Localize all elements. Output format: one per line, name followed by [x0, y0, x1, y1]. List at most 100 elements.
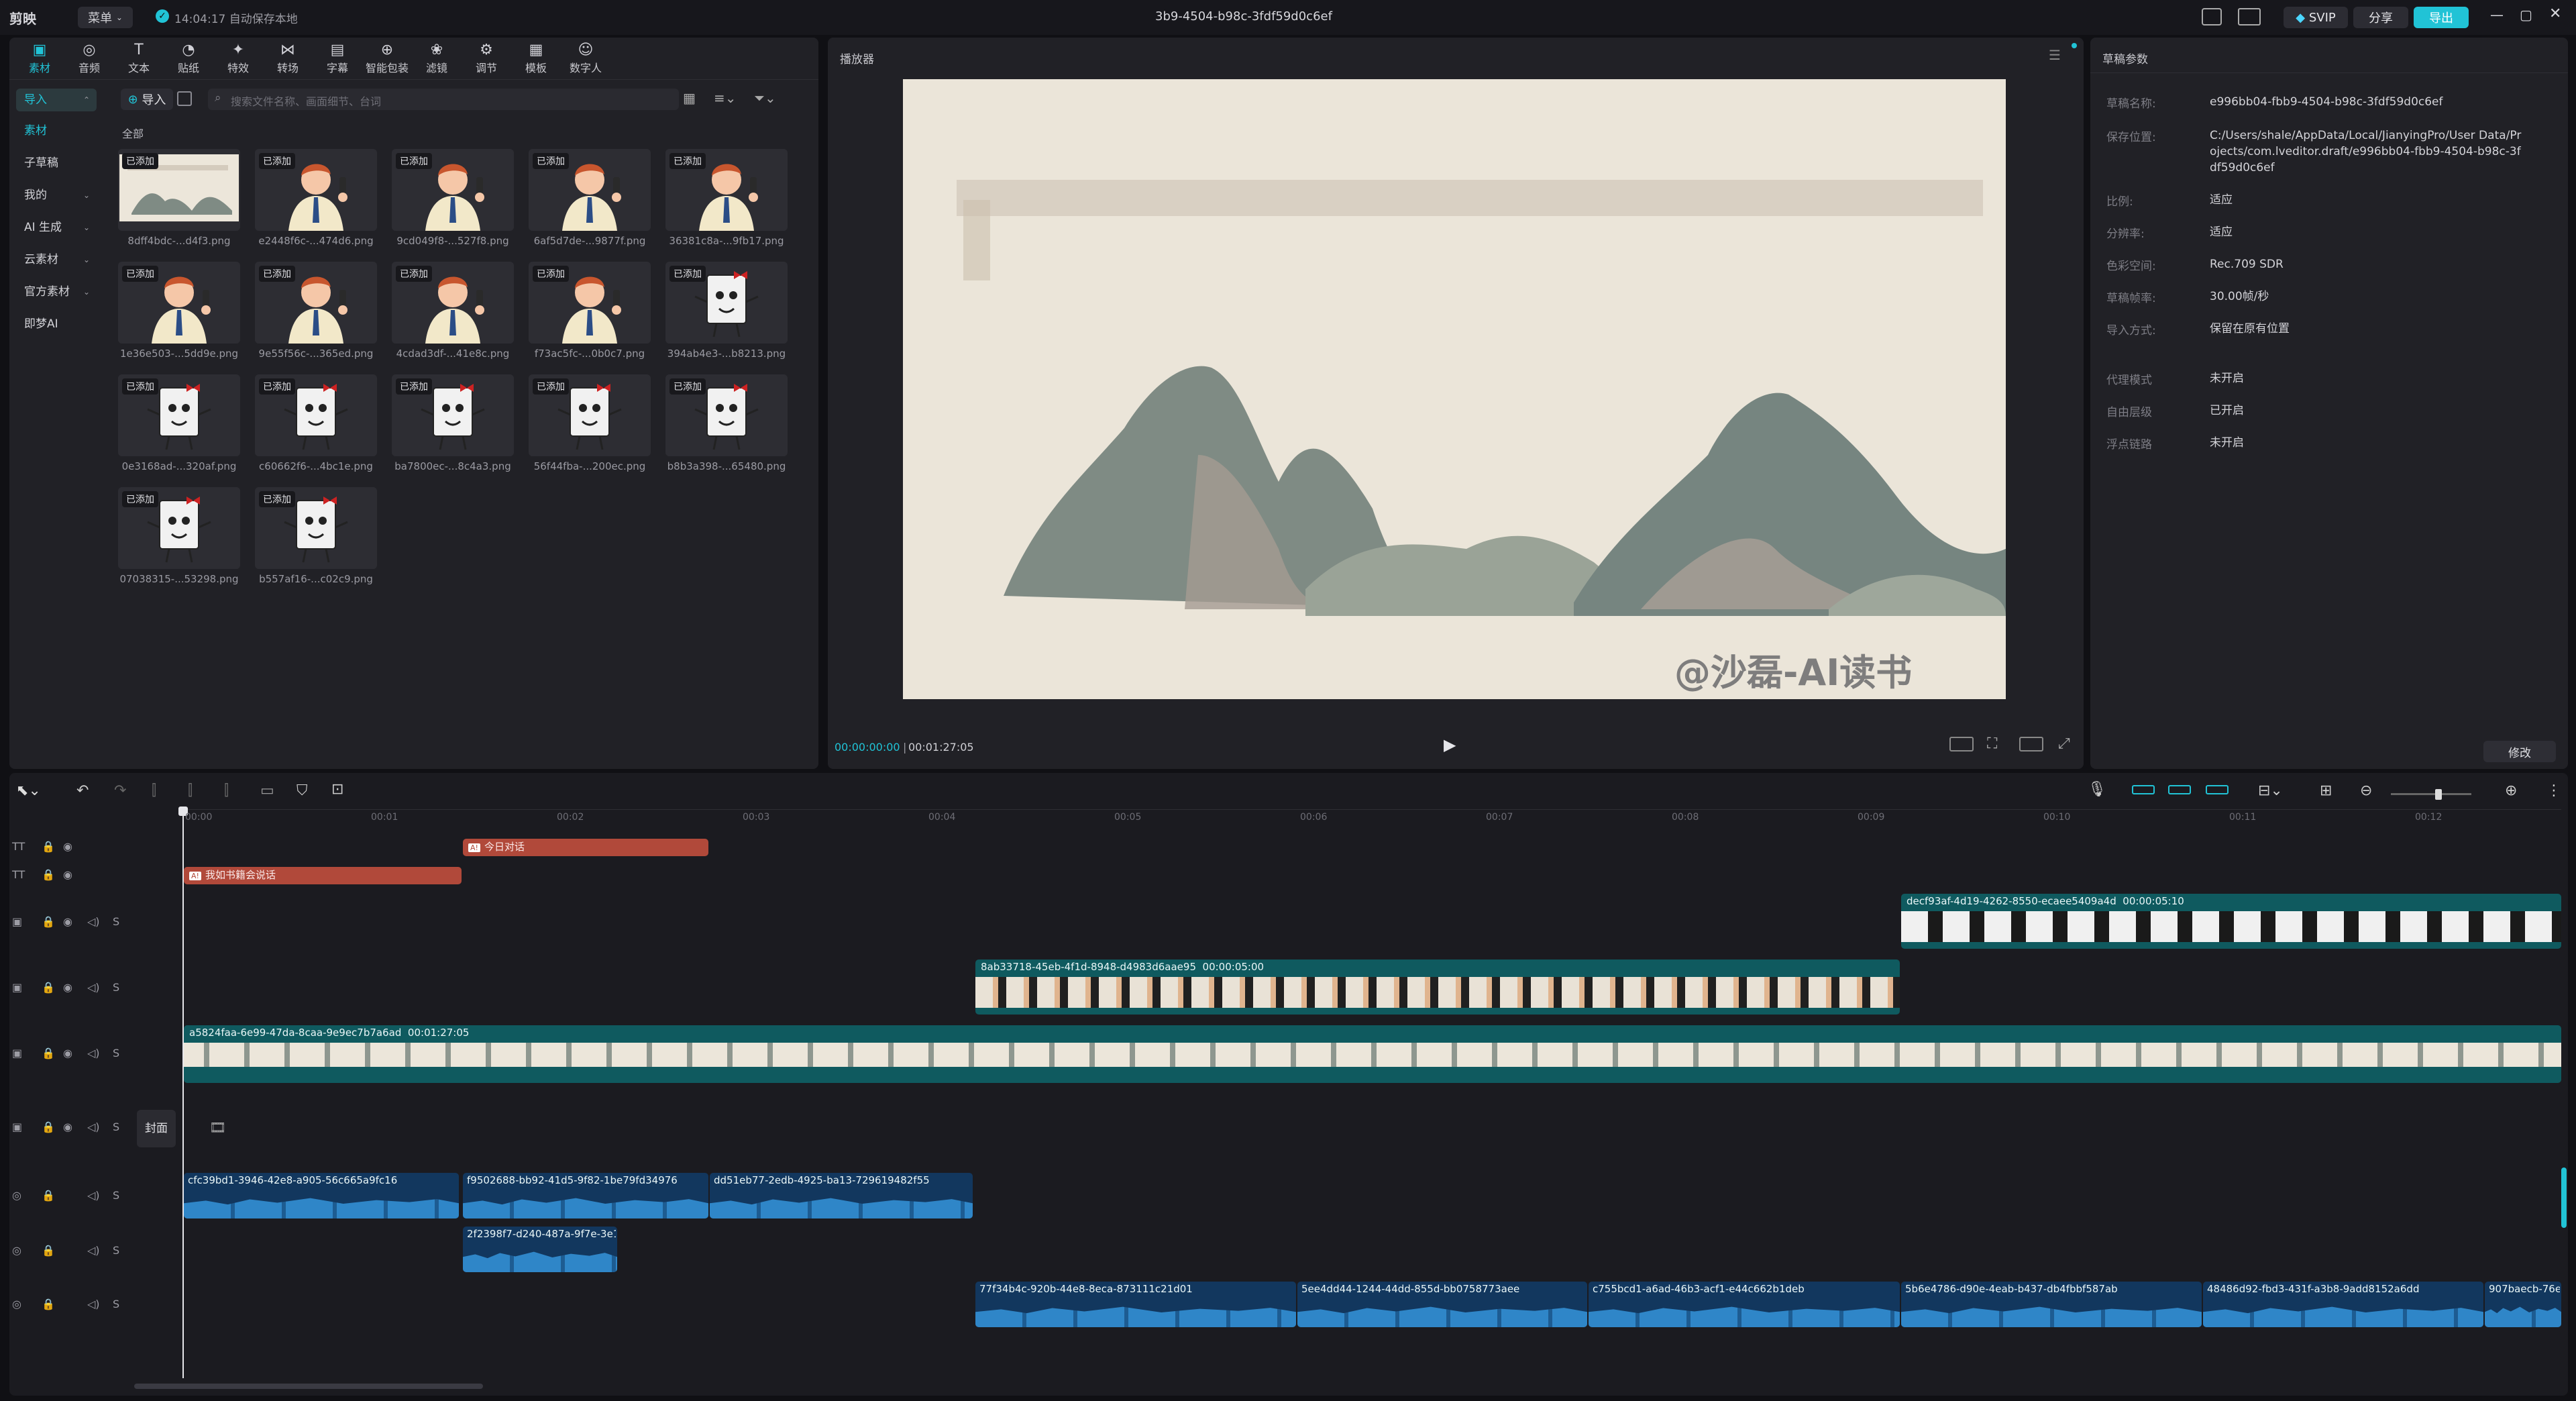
track-type-icon[interactable]: ◎: [12, 1298, 21, 1310]
solo-icon[interactable]: S: [113, 981, 119, 994]
lock-icon[interactable]: 🔒: [42, 981, 55, 994]
aspect-button[interactable]: [2019, 737, 2043, 751]
track-type-icon[interactable]: ◎: [12, 1244, 21, 1257]
link-main-icon[interactable]: [2132, 785, 2155, 794]
text-clip[interactable]: A! 今日对话: [463, 839, 708, 856]
track-type-icon[interactable]: TT: [12, 840, 25, 853]
layout-icon[interactable]: [2202, 8, 2222, 25]
media-thumbnail[interactable]: 已添加: [392, 149, 514, 231]
audio-clip[interactable]: 77f34b4c-920b-44e8-8eca-873111c21d01: [975, 1282, 1296, 1327]
video-clip[interactable]: 8ab33718-45eb-4f1d-8948-d4983d6aae95 00:…: [975, 959, 1900, 1015]
eye-icon[interactable]: ◉: [63, 868, 72, 881]
tab-text[interactable]: T 文本: [117, 42, 161, 78]
eye-icon[interactable]: ◉: [63, 981, 72, 994]
track-type-icon[interactable]: ◎: [12, 1189, 21, 1202]
cover-button[interactable]: 封面: [137, 1110, 176, 1147]
media-thumbnail[interactable]: 已添加: [255, 487, 377, 569]
lock-icon[interactable]: 🔒: [42, 868, 55, 881]
vertical-scrollbar[interactable]: [2561, 1168, 2567, 1228]
undo-icon[interactable]: ↶: [76, 782, 89, 799]
media-thumbnail[interactable]: 已添加: [255, 262, 377, 344]
tab-filter[interactable]: ❀ 滤镜: [415, 42, 459, 78]
split-left-icon[interactable]: ⫿: [188, 782, 193, 799]
audio-clip[interactable]: f9502688-bb92-41d5-9f82-1be79fd34976: [463, 1173, 708, 1218]
track-type-icon[interactable]: ▣: [12, 1121, 22, 1133]
media-thumbnail[interactable]: 已添加: [255, 374, 377, 456]
tab-smart-pack[interactable]: ⊕ 智能包装: [365, 42, 409, 78]
link-auto-icon[interactable]: [2168, 785, 2191, 794]
tab-digital-human[interactable]: ☺ 数字人: [564, 42, 608, 78]
solo-icon[interactable]: S: [113, 1121, 119, 1133]
nav-item[interactable]: 我的 ⌄: [16, 184, 97, 207]
audio-clip[interactable]: cfc39bd1-3946-42e8-a905-56c665a9fc16: [184, 1173, 459, 1218]
zoom-slider-handle[interactable]: [2435, 789, 2442, 800]
volume-icon[interactable]: ◁): [87, 1298, 100, 1310]
export-button[interactable]: 导出: [2414, 7, 2469, 28]
shield-icon[interactable]: ⛉: [297, 782, 308, 799]
play-icon[interactable]: ▶: [1444, 735, 1456, 754]
solo-icon[interactable]: S: [113, 1298, 119, 1310]
lock-icon[interactable]: 🔒: [42, 840, 55, 853]
redo-icon[interactable]: ↷: [114, 782, 126, 799]
menu-button[interactable]: 菜单 ⌄: [78, 7, 133, 28]
split-right-icon[interactable]: ⫿: [224, 782, 229, 799]
solo-icon[interactable]: S: [113, 1189, 119, 1202]
lock-icon[interactable]: 🔒: [42, 1298, 55, 1310]
volume-icon[interactable]: ◁): [87, 1047, 100, 1059]
media-thumbnail[interactable]: 已添加: [255, 149, 377, 231]
preview-axis-icon[interactable]: ⊞: [2320, 782, 2332, 799]
modify-button[interactable]: 修改: [2483, 741, 2556, 762]
eye-icon[interactable]: ◉: [63, 840, 72, 853]
media-thumbnail[interactable]: 已添加: [118, 487, 240, 569]
nav-item[interactable]: AI 生成 ⌄: [16, 216, 97, 239]
search-input[interactable]: ⌕ 搜索文件名称、画面细节、台词: [208, 89, 679, 110]
maximize-icon[interactable]: ▢: [2520, 7, 2532, 23]
solo-icon[interactable]: S: [113, 1047, 119, 1059]
tab-sticker[interactable]: ◔ 贴纸: [166, 42, 211, 78]
media-thumbnail[interactable]: 已添加: [665, 149, 788, 231]
audio-clip[interactable]: 48486d92-fbd3-431f-a3b8-9add8152a6dd: [2203, 1282, 2483, 1327]
text-clip[interactable]: A! 我如书籍会说话: [184, 867, 462, 884]
filter-icon[interactable]: ⏷⌄: [754, 90, 776, 106]
audio-clip[interactable]: dd51eb77-2edb-4925-ba13-729619482f55: [710, 1173, 973, 1218]
track-type-icon[interactable]: TT: [12, 868, 25, 881]
sort-icon[interactable]: ≡⌄: [714, 90, 737, 106]
lock-icon[interactable]: 🔒: [42, 1047, 55, 1059]
tab-caption[interactable]: ▤ 字幕: [315, 42, 360, 78]
volume-icon[interactable]: ◁): [87, 1244, 100, 1257]
tab-adjust[interactable]: ⚙ 调节: [464, 42, 508, 78]
more-icon[interactable]: ⋮: [2546, 782, 2561, 799]
solo-icon[interactable]: S: [113, 1244, 119, 1257]
snap-icon[interactable]: ⊟⌄: [2258, 782, 2283, 799]
audio-clip[interactable]: 5ee4dd44-1244-44dd-855d-bb0758773aee: [1297, 1282, 1587, 1327]
playhead[interactable]: [182, 808, 184, 1378]
zoom-in-icon[interactable]: ⊕: [2505, 782, 2517, 799]
view-toggle-icon[interactable]: ▦: [683, 90, 696, 106]
video-preview[interactable]: @沙磊-AI读书: [903, 79, 2006, 699]
volume-icon[interactable]: ◁): [87, 1121, 100, 1133]
media-thumbnail[interactable]: 已添加: [529, 149, 651, 231]
delete-icon[interactable]: ▭: [260, 782, 274, 799]
split-icon[interactable]: ⫿: [152, 782, 156, 799]
lock-icon[interactable]: 🔒: [42, 915, 55, 928]
ratio-button[interactable]: [1949, 737, 1974, 751]
import-button[interactable]: ⊕ 导入: [121, 89, 173, 110]
track-type-icon[interactable]: ▣: [12, 981, 22, 994]
lock-icon[interactable]: 🔒: [42, 1244, 55, 1257]
audio-clip[interactable]: c755bcd1-a6ad-46b3-acf1-e44c662b1deb: [1589, 1282, 1900, 1327]
volume-icon[interactable]: ◁): [87, 915, 100, 928]
zoom-slider[interactable]: [2391, 793, 2471, 795]
lock-icon[interactable]: 🔒: [42, 1121, 55, 1133]
zoom-out-icon[interactable]: ⊖: [2360, 782, 2372, 799]
microphone-icon[interactable]: 🎙: [2088, 781, 2106, 798]
eye-icon[interactable]: ◉: [63, 1047, 72, 1059]
menu-lines-icon[interactable]: ☰: [2049, 47, 2061, 63]
screenshot-icon[interactable]: ⛶: [1987, 735, 1997, 752]
audio-clip[interactable]: 907baecb-76e: [2485, 1282, 2561, 1327]
link-preview-icon[interactable]: [2206, 785, 2229, 794]
nav-item[interactable]: 素材: [16, 119, 97, 142]
media-thumbnail[interactable]: 已添加: [392, 262, 514, 344]
tab-effects[interactable]: ✦ 特效: [216, 42, 260, 78]
media-thumbnail[interactable]: 已添加: [118, 149, 240, 231]
share-button[interactable]: 分享: [2353, 7, 2408, 28]
